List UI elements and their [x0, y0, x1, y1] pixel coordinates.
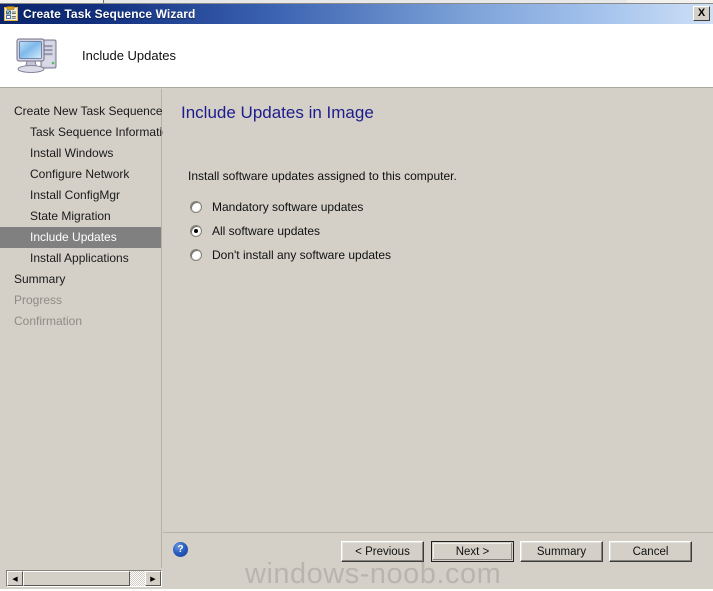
instruction-text: Install software updates assigned to thi…	[188, 169, 457, 183]
radio-icon	[190, 249, 202, 261]
wizard-button-bar: ? < Previous Next > Summary Cancel	[163, 532, 713, 568]
sidebar-item-configure-network[interactable]: Configure Network	[0, 164, 161, 185]
scrollbar-track[interactable]	[23, 571, 145, 586]
radio-icon-selected	[190, 225, 202, 237]
sidebar-item-confirmation: Confirmation	[14, 314, 83, 328]
scrollbar-thumb[interactable]	[23, 571, 130, 586]
update-options-group: Mandatory software updates All software …	[190, 195, 391, 267]
window-body: Create New Task Sequence Task Sequence I…	[0, 89, 713, 568]
wizard-step-list: Create New Task Sequence Task Sequence I…	[0, 89, 175, 568]
desktop-edge-left	[0, 0, 104, 3]
page-title: Include Updates in Image	[181, 103, 374, 122]
scroll-right-icon[interactable]: ▶	[145, 571, 161, 586]
radio-label: Don't install any software updates	[212, 248, 392, 262]
cancel-button[interactable]: Cancel	[609, 541, 692, 562]
sidebar-item-install-configmgr[interactable]: Install ConfigMgr	[0, 185, 161, 206]
bottom-strip: ◀ ▶	[0, 568, 713, 589]
computer-icon	[14, 34, 62, 78]
radio-all-software-updates[interactable]: All software updates	[190, 219, 391, 243]
summary-button[interactable]: Summary	[520, 541, 603, 562]
wizard-window: Create Task Sequence Wizard X Include Up…	[0, 0, 713, 590]
radio-label: All software updates	[212, 224, 321, 238]
previous-button[interactable]: < Previous	[341, 541, 424, 562]
radio-mandatory-software-updates[interactable]: Mandatory software updates	[190, 195, 391, 219]
sidebar-item-progress: Progress	[14, 293, 63, 307]
sidebar-item-install-windows[interactable]: Install Windows	[0, 143, 161, 164]
sidebar-item-install-applications[interactable]: Install Applications	[0, 248, 161, 269]
wizard-step-title: Include Updates	[82, 48, 176, 63]
radio-label: Mandatory software updates	[212, 200, 364, 214]
scroll-left-icon[interactable]: ◀	[7, 571, 23, 586]
sidebar-item-state-migration[interactable]: State Migration	[0, 206, 161, 227]
content-pane: Include Updates in Image Install softwar…	[163, 89, 713, 532]
close-icon[interactable]: X	[693, 6, 710, 21]
radio-icon	[190, 201, 202, 213]
wizard-header: Include Updates	[0, 24, 713, 88]
sidebar-item-create-new-task-sequence[interactable]: Create New Task Sequence	[0, 101, 163, 122]
sidebar-item-task-sequence-information[interactable]: Task Sequence Information	[0, 122, 175, 143]
next-button[interactable]: Next >	[431, 541, 514, 562]
window-title: Create Task Sequence Wizard	[23, 7, 196, 21]
task-sequence-icon	[3, 6, 19, 22]
radio-dont-install-any-software-updates[interactable]: Don't install any software updates	[190, 243, 391, 267]
help-icon[interactable]: ?	[173, 542, 188, 557]
desktop-edge-right	[627, 0, 713, 3]
title-bar[interactable]: Create Task Sequence Wizard X	[0, 4, 713, 24]
horizontal-scrollbar[interactable]: ◀ ▶	[6, 570, 162, 587]
sidebar-item-summary[interactable]: Summary	[0, 269, 161, 290]
sidebar-item-include-updates[interactable]: Include Updates	[0, 227, 161, 248]
